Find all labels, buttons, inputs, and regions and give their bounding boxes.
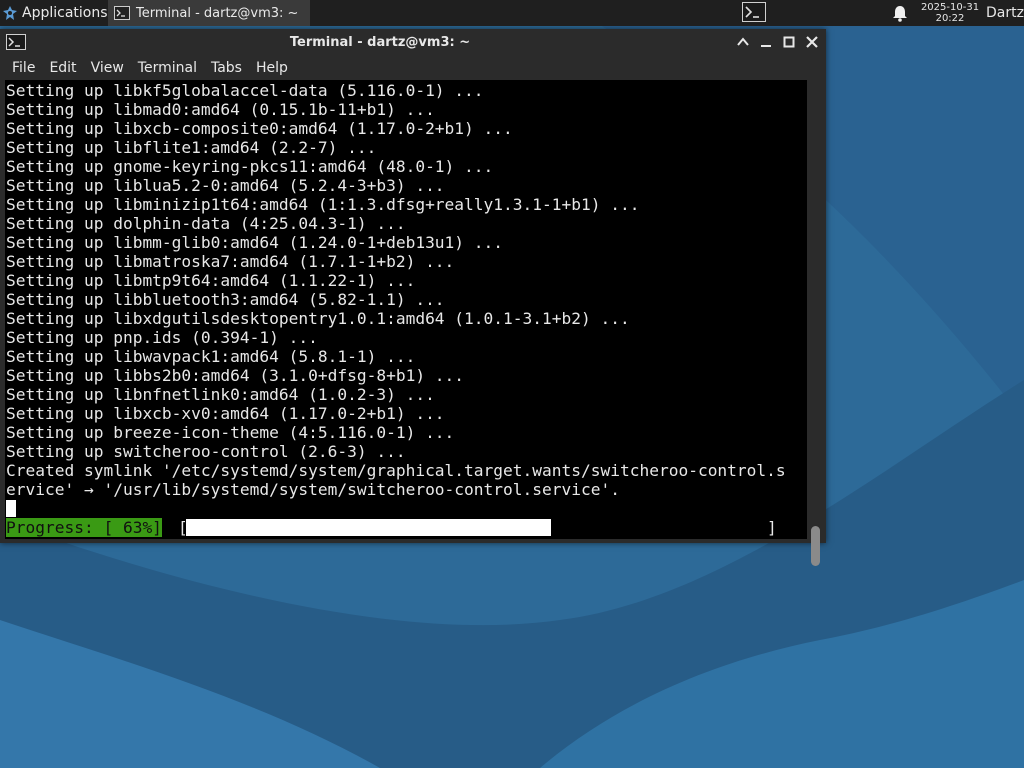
bell-icon[interactable]	[890, 3, 910, 23]
user-menu[interactable]: Dartz	[986, 0, 1024, 26]
clock-time: 20:22	[935, 13, 965, 24]
terminal-line: Created symlink '/etc/systemd/system/gra…	[6, 461, 786, 480]
menu-edit[interactable]: Edit	[42, 60, 83, 76]
terminal-window: Terminal - dartz@vm3: ~ File Edit View T…	[0, 29, 826, 566]
terminal-line: Setting up libminizip1t64:amd64 (1:1.3.d…	[6, 195, 640, 214]
panel-clock[interactable]: 2025-10-31 20:22	[918, 2, 982, 24]
terminal-icon	[742, 2, 766, 22]
progress-bar-track	[186, 519, 766, 536]
maximize-icon[interactable]	[782, 35, 796, 49]
terminal-line: Setting up libmm-glib0:amd64 (1.24.0-1+d…	[6, 233, 504, 252]
menu-tabs[interactable]: Tabs	[204, 60, 249, 76]
terminal-line: Setting up libxcb-composite0:amd64 (1.17…	[6, 119, 513, 138]
scrollbar-track[interactable]	[807, 80, 826, 566]
applications-label: Applications	[22, 5, 108, 21]
taskbar-terminal-task[interactable]: Terminal - dartz@vm3: ~	[108, 0, 310, 26]
terminal-line: Setting up gnome-keyring-pkcs11:amd64 (4…	[6, 157, 494, 176]
menu-bar: File Edit View Terminal Tabs Help	[0, 56, 826, 80]
terminal-line: Setting up libmtp9t64:amd64 (1.1.22-1) .…	[6, 271, 416, 290]
terminal-line: ervice' → '/usr/lib/systemd/system/switc…	[6, 480, 620, 499]
terminal-line: Setting up libnfnetlink0:amd64 (1.0.2-3)…	[6, 385, 435, 404]
progress-bracket-close: ]	[767, 518, 777, 537]
window-title: Terminal - dartz@vm3: ~	[289, 35, 471, 50]
terminal-line: Setting up libbs2b0:amd64 (3.1.0+dfsg-8+…	[6, 366, 465, 385]
progress-bar-fill	[186, 519, 552, 536]
apps-menu-icon	[3, 6, 17, 20]
top-panel: Applications ☰ Terminal - dartz@vm3: ~ 2…	[0, 0, 1024, 26]
tray-terminal-launcher[interactable]	[740, 1, 768, 23]
close-icon[interactable]	[805, 35, 819, 49]
terminal-line: Setting up switcheroo-control (2.6-3) ..…	[6, 442, 406, 461]
clock-date: 2025-10-31	[920, 2, 980, 13]
terminal-line: Setting up libmatroska7:amd64 (1.7.1-1+b…	[6, 252, 455, 271]
menu-terminal[interactable]: Terminal	[131, 60, 204, 76]
terminal-line: Setting up breeze-icon-theme (4:5.116.0-…	[6, 423, 455, 442]
terminal-output-area[interactable]: Setting up libkf5globalaccel-data (5.116…	[5, 80, 807, 539]
menu-help[interactable]: Help	[249, 60, 295, 76]
terminal-line: Setting up libflite1:amd64 (2.2-7) ...	[6, 138, 377, 157]
chevron-up-icon[interactable]	[736, 35, 750, 49]
terminal-line: Setting up liblua5.2-0:amd64 (5.2.4-3+b3…	[6, 176, 445, 195]
terminal-line: Setting up libxdgutilsdesktopentry1.0.1:…	[6, 309, 630, 328]
minimize-icon[interactable]	[759, 35, 773, 49]
terminal-icon	[114, 6, 130, 20]
terminal-line: Setting up libmad0:amd64 (0.15.1b-11+b1)…	[6, 100, 435, 119]
terminal-line: Setting up libbluetooth3:amd64 (5.82-1.1…	[6, 290, 445, 309]
terminal-line: Setting up libwavpack1:amd64 (5.8.1-1) .…	[6, 347, 416, 366]
menu-view[interactable]: View	[84, 60, 131, 76]
taskbar-task-label: Terminal - dartz@vm3: ~	[136, 5, 299, 21]
window-titlebar[interactable]: Terminal - dartz@vm3: ~	[0, 29, 826, 56]
progress-row: Progress: [ 63%] [ ]	[6, 518, 806, 537]
scrollbar-thumb[interactable]	[811, 526, 820, 566]
progress-label: Progress: [ 63%]	[6, 518, 162, 537]
terminal-text: Setting up libkf5globalaccel-data (5.116…	[6, 81, 786, 499]
terminal-line: Setting up pnp.ids (0.394-1) ...	[6, 328, 318, 347]
terminal-line: Setting up libxcb-xv0:amd64 (1.17.0-2+b1…	[6, 404, 445, 423]
terminal-line: Setting up libkf5globalaccel-data (5.116…	[6, 81, 484, 100]
terminal-cursor	[6, 500, 16, 517]
terminal-line: Setting up dolphin-data (4:25.04.3-1) ..…	[6, 214, 406, 233]
menu-file[interactable]: File	[5, 60, 42, 76]
